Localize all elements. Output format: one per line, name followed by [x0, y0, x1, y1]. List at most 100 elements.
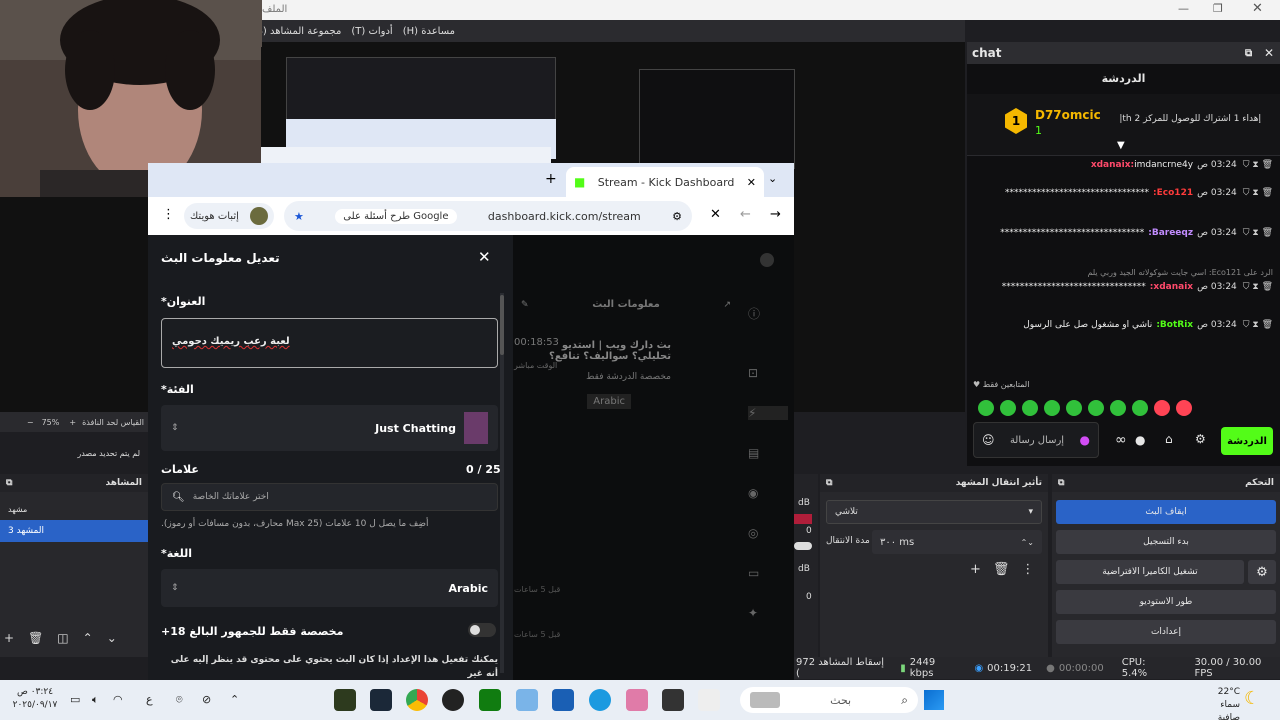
message-user[interactable]: BotRix: — [1156, 320, 1193, 330]
studio-mode-button[interactable]: طور الاستوديو — [1056, 590, 1276, 614]
obs-icon[interactable] — [442, 689, 464, 711]
duration-spinbox[interactable]: ٣٠٠ ms ⌃⌄ — [872, 530, 1042, 554]
volume-slider[interactable] — [794, 542, 812, 550]
modal-scrollbar[interactable] — [500, 293, 504, 673]
start-recording-button[interactable]: بدء التسجيل — [1056, 530, 1276, 554]
show-hidden-icon[interactable]: ⌃ — [230, 693, 239, 706]
scene-item-selected[interactable]: المشهد 3 — [0, 520, 148, 542]
site-info-icon[interactable]: ⚙ — [672, 210, 682, 223]
store-icon[interactable] — [552, 689, 574, 711]
zoom-value[interactable]: 75% — [42, 418, 60, 427]
close-icon[interactable]: ✕ — [1252, 1, 1263, 16]
emote-icon[interactable] — [978, 400, 994, 416]
filter-icon[interactable]: ◫ — [57, 631, 68, 645]
video-icon[interactable]: ▭ — [748, 566, 788, 580]
emoji-icon[interactable]: ☺ — [982, 433, 995, 447]
stop-stream-button[interactable]: ايقاف البث — [1056, 500, 1276, 524]
message-user[interactable]: xdanaix: — [1150, 282, 1193, 292]
infinity-icon[interactable]: ∞ — [1115, 432, 1127, 448]
tool-icon[interactable]: ⊡ — [748, 366, 788, 380]
emote-icon[interactable] — [1022, 400, 1038, 416]
wrench-icon[interactable]: ✦ — [748, 606, 788, 620]
google-search-chip[interactable]: طرح أسئلة على Google — [335, 208, 457, 224]
adult-toggle[interactable] — [468, 623, 496, 637]
category-select[interactable]: ⇕ Just Chatting — [161, 405, 498, 451]
emote-icon[interactable] — [1044, 400, 1060, 416]
mod-tools-icon[interactable]: 🗑 ⧗ ⛉ — [1243, 320, 1273, 330]
shapes-icon[interactable]: ● — [1135, 433, 1145, 447]
tags-input[interactable]: 🔍︎ اختر علاماتك الخاصة — [161, 483, 498, 511]
taskbar-search[interactable]: بحث ⌕ — [740, 687, 918, 713]
bookmark-star-icon[interactable]: ★ — [294, 210, 304, 223]
emote-icon[interactable] — [1176, 400, 1192, 416]
message-user[interactable]: Bareeqz: — [1148, 228, 1193, 238]
menu-help[interactable]: مساعدة (H) — [403, 26, 455, 37]
chat-input[interactable]: ☺ إرسال رسالة ● — [973, 422, 1099, 458]
message-user[interactable]: Eco121: — [1153, 188, 1193, 198]
menu-kebab-icon[interactable]: ⋮ — [162, 207, 175, 222]
back-icon[interactable]: → — [770, 207, 781, 222]
mod-tools-icon[interactable]: 🗑 ⧗ ⛉ — [1243, 188, 1273, 198]
collapse-icon[interactable]: ▼ — [1117, 140, 1125, 151]
browser-tab-active[interactable]: ■ Stream - Kick Dashboard ✕ — [566, 167, 764, 197]
chat-bubble-icon[interactable]: ◉ — [748, 486, 788, 500]
steam-icon[interactable] — [370, 689, 392, 711]
add-scene-icon[interactable]: + — [4, 631, 14, 645]
battery-icon[interactable]: ▭ — [70, 693, 80, 706]
mod-tools-icon[interactable]: 🗑 ⧗ ⛉ — [1243, 160, 1273, 170]
profile-chip[interactable]: إثبات هويتك — [184, 203, 274, 229]
tray-icon[interactable]: ⌾ — [176, 693, 183, 707]
emote-icon[interactable] — [1132, 400, 1148, 416]
undock-icon[interactable]: ⧉ — [6, 478, 12, 488]
wifi-icon[interactable]: ◠ — [113, 693, 123, 706]
tray-icon[interactable]: ⊘ — [202, 693, 211, 706]
external-link-icon[interactable]: ↗ — [723, 300, 731, 310]
bolt-icon[interactable]: ⚡ — [748, 406, 788, 420]
tab-list-icon[interactable]: ⌄ — [768, 172, 777, 185]
undock-icon[interactable]: ⧉ — [826, 478, 832, 488]
delete-scene-icon[interactable]: 🗑 — [28, 631, 43, 645]
language-select[interactable]: ⇕ Arabic — [161, 569, 498, 607]
undock-icon[interactable]: ⧉ — [1058, 478, 1064, 488]
emote-icon[interactable] — [1000, 400, 1016, 416]
stop-icon[interactable]: ✕ — [710, 207, 721, 222]
clock[interactable]: ٠٣:٢٤ ص ٢٠٢٥/٠٩/١٧ — [10, 686, 60, 712]
weather-widget[interactable]: 22°C سماء صافية — [1200, 686, 1240, 720]
broadcast-icon[interactable]: ◎ — [748, 526, 788, 540]
chat-send-button[interactable]: الدردشة — [1221, 427, 1273, 455]
move-up-icon[interactable]: ⌃ — [83, 631, 93, 645]
add-transition-icon[interactable]: + — [970, 562, 981, 577]
settings-button[interactable]: إعدادات — [1056, 620, 1276, 644]
volume-icon[interactable]: 🔈︎ — [92, 693, 99, 707]
minimize-icon[interactable]: — — [1178, 2, 1189, 15]
mic-icon[interactable]: ● — [1080, 433, 1090, 447]
delete-transition-icon[interactable]: 🗑 — [993, 562, 1010, 577]
virtual-camera-button[interactable]: تشغيل الكاميرا الافتراضية — [1056, 560, 1244, 584]
emote-icon[interactable] — [1088, 400, 1104, 416]
close-dock-icon[interactable]: ✕ — [1264, 46, 1274, 60]
undock-icon[interactable]: ⧉ — [1245, 48, 1252, 59]
new-tab-icon[interactable]: + — [545, 171, 557, 187]
copilot-icon[interactable] — [626, 689, 648, 711]
modal-close-icon[interactable]: ✕ — [478, 248, 491, 266]
zoom-minus-icon[interactable]: − — [27, 418, 34, 427]
menu-scene-collection[interactable]: مجموعة المشاهد (S) — [253, 26, 342, 37]
transition-select[interactable]: تلاشي ▾ — [826, 500, 1042, 524]
move-down-icon[interactable]: ⌄ — [107, 631, 117, 645]
mod-tools-icon[interactable]: 🗑 ⧗ ⛉ — [1243, 228, 1273, 238]
terminal-icon[interactable] — [662, 689, 684, 711]
scene-item[interactable]: مشهد — [0, 498, 148, 520]
pinned-user[interactable]: D77omcic — [1035, 108, 1101, 122]
message-user[interactable]: xdanaix: — [1091, 160, 1134, 170]
address-bar[interactable]: ★ طرح أسئلة على Google dashboard.kick.co… — [284, 201, 692, 231]
mod-tools-icon[interactable]: 🗑 ⧗ ⛉ — [1243, 282, 1273, 292]
language-indicator[interactable]: ع — [146, 693, 153, 706]
start-icon[interactable] — [924, 690, 944, 710]
app-icon[interactable] — [698, 689, 720, 711]
xbox-icon[interactable] — [479, 689, 501, 711]
chrome-icon[interactable] — [406, 689, 428, 711]
edit-icon[interactable]: ✎ — [521, 300, 529, 310]
doc-icon[interactable]: ▤ — [748, 446, 788, 460]
virtual-camera-settings-icon[interactable]: ⚙ — [1248, 560, 1276, 584]
scrollbar-thumb[interactable] — [500, 295, 504, 355]
